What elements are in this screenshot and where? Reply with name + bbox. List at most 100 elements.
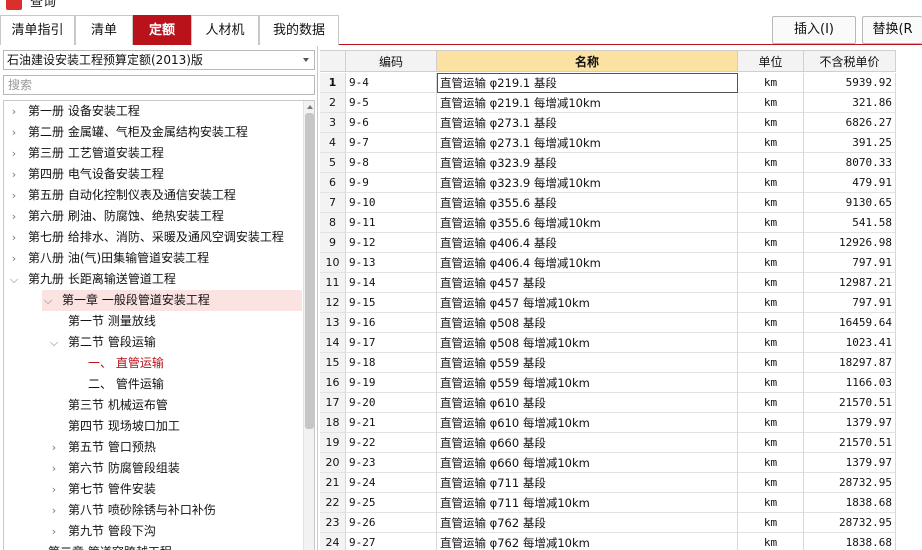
name-cell[interactable]: 直管运输 φ762 每增减10km xyxy=(437,533,738,550)
name-cell[interactable]: 直管运输 φ508 每增减10km xyxy=(437,333,738,353)
name-cell[interactable]: 直管运输 φ508 基段 xyxy=(437,313,738,333)
price-cell[interactable]: 18297.87 xyxy=(804,353,896,373)
name-cell[interactable]: 直管运输 φ762 基段 xyxy=(437,513,738,533)
code-cell[interactable]: 9-11 xyxy=(346,213,437,233)
tree-item[interactable]: 第三节 机械运布管 xyxy=(4,395,302,416)
name-cell[interactable]: 直管运输 φ610 每增减10km xyxy=(437,413,738,433)
price-cell[interactable]: 1379.97 xyxy=(804,453,896,473)
insert-button[interactable]: 插入(I) xyxy=(772,16,856,44)
unit-cell[interactable]: km xyxy=(738,213,804,233)
unit-cell[interactable]: km xyxy=(738,473,804,493)
expand-chevron-icon[interactable]: › xyxy=(28,542,40,550)
tree-item[interactable]: › 第九节 管段下沟 xyxy=(4,521,302,542)
price-cell[interactable]: 9130.65 xyxy=(804,193,896,213)
tree-item[interactable]: › 第八册 油(气)田集输管道安装工程 xyxy=(4,248,302,269)
tab-bill[interactable]: 清单 xyxy=(75,15,133,45)
tree-item[interactable]: ⌵ 第一章 一般段管道安装工程 xyxy=(42,290,302,311)
tree-item[interactable]: › 第六节 防腐管段组装 xyxy=(4,458,302,479)
code-cell[interactable]: 9-25 xyxy=(346,493,437,513)
expand-chevron-icon[interactable]: › xyxy=(8,164,20,185)
collapse-chevron-icon[interactable]: ⌵ xyxy=(48,332,60,353)
price-cell[interactable]: 391.25 xyxy=(804,133,896,153)
price-cell[interactable]: 479.91 xyxy=(804,173,896,193)
tree-item[interactable]: 二、 管件运输 xyxy=(4,374,302,395)
price-column-header[interactable]: 不含税单价 xyxy=(804,50,896,72)
code-cell[interactable]: 9-5 xyxy=(346,93,437,113)
name-cell[interactable]: 直管运输 φ219.1 每增减10km xyxy=(437,93,738,113)
price-cell[interactable]: 8070.33 xyxy=(804,153,896,173)
code-cell[interactable]: 9-27 xyxy=(346,533,437,550)
name-cell[interactable]: 直管运输 φ660 每增减10km xyxy=(437,453,738,473)
code-cell[interactable]: 9-18 xyxy=(346,353,437,373)
code-cell[interactable]: 9-4 xyxy=(346,73,437,93)
tree-item[interactable]: › 第二章 管道穿跨越工程 xyxy=(4,542,302,550)
name-cell[interactable]: 直管运输 φ323.9 每增减10km xyxy=(437,173,738,193)
unit-column-header[interactable]: 单位 xyxy=(738,50,804,72)
name-cell[interactable]: 直管运输 φ457 基段 xyxy=(437,273,738,293)
price-cell[interactable]: 5939.92 xyxy=(804,73,896,93)
tree-item[interactable]: 第四节 现场坡口加工 xyxy=(4,416,302,437)
code-cell[interactable]: 9-20 xyxy=(346,393,437,413)
code-cell[interactable]: 9-16 xyxy=(346,313,437,333)
expand-chevron-icon[interactable]: › xyxy=(48,479,60,500)
unit-cell[interactable]: km xyxy=(738,133,804,153)
code-cell[interactable]: 9-12 xyxy=(346,233,437,253)
name-cell[interactable]: 直管运输 φ406.4 基段 xyxy=(437,233,738,253)
name-cell[interactable]: 直管运输 φ660 基段 xyxy=(437,433,738,453)
name-cell[interactable]: 直管运输 φ559 基段 xyxy=(437,353,738,373)
scroll-thumb[interactable] xyxy=(305,113,314,429)
price-cell[interactable]: 16459.64 xyxy=(804,313,896,333)
price-cell[interactable]: 6826.27 xyxy=(804,113,896,133)
unit-cell[interactable]: km xyxy=(738,533,804,550)
unit-cell[interactable]: km xyxy=(738,193,804,213)
unit-cell[interactable]: km xyxy=(738,153,804,173)
expand-chevron-icon[interactable]: › xyxy=(48,521,60,542)
price-cell[interactable]: 797.91 xyxy=(804,253,896,273)
code-cell[interactable]: 9-15 xyxy=(346,293,437,313)
code-cell[interactable]: 9-22 xyxy=(346,433,437,453)
tree-item[interactable]: ⌵ 第二节 管段运输 xyxy=(4,332,302,353)
unit-cell[interactable]: km xyxy=(738,513,804,533)
search-input[interactable]: 搜索 xyxy=(3,75,315,95)
tree-item[interactable]: › 第五册 自动化控制仪表及通信安装工程 xyxy=(4,185,302,206)
tree-item[interactable]: › 第二册 金属罐、气柜及金属结构安装工程 xyxy=(4,122,302,143)
scroll-up-arrow-icon[interactable] xyxy=(307,105,313,109)
expand-chevron-icon[interactable]: › xyxy=(48,437,60,458)
price-cell[interactable]: 12926.98 xyxy=(804,233,896,253)
tab-bill-guide[interactable]: 清单指引 xyxy=(0,15,75,45)
tree-item[interactable]: › 第五节 管口预热 xyxy=(4,437,302,458)
expand-chevron-icon[interactable]: › xyxy=(8,101,20,122)
tree-item[interactable]: › 第七册 给排水、消防、采暖及通风空调安装工程 xyxy=(4,227,302,248)
unit-cell[interactable]: km xyxy=(738,173,804,193)
tree-item[interactable]: › 第八节 喷砂除锈与补口补伤 xyxy=(4,500,302,521)
code-cell[interactable]: 9-23 xyxy=(346,453,437,473)
tree-item[interactable]: › 第四册 电气设备安装工程 xyxy=(4,164,302,185)
code-cell[interactable]: 9-17 xyxy=(346,333,437,353)
unit-cell[interactable]: km xyxy=(738,393,804,413)
name-cell[interactable]: 直管运输 φ355.6 每增减10km xyxy=(437,213,738,233)
collapse-chevron-icon[interactable]: ⌵ xyxy=(42,290,54,311)
tree-item[interactable]: 第一节 测量放线 xyxy=(4,311,302,332)
price-cell[interactable]: 797.91 xyxy=(804,293,896,313)
tab-labor-material-machine[interactable]: 人材机 xyxy=(191,15,259,45)
price-cell[interactable]: 28732.95 xyxy=(804,513,896,533)
price-cell[interactable]: 21570.51 xyxy=(804,393,896,413)
price-cell[interactable]: 1379.97 xyxy=(804,413,896,433)
replace-button[interactable]: 替换(R xyxy=(862,16,922,44)
code-cell[interactable]: 9-9 xyxy=(346,173,437,193)
unit-cell[interactable]: km xyxy=(738,233,804,253)
name-cell[interactable]: 直管运输 φ406.4 每增减10km xyxy=(437,253,738,273)
tree-item[interactable]: 一、 直管运输 xyxy=(4,353,302,374)
tab-quota[interactable]: 定额 xyxy=(133,15,191,45)
price-cell[interactable]: 321.86 xyxy=(804,93,896,113)
price-cell[interactable]: 21570.51 xyxy=(804,433,896,453)
name-cell[interactable]: 直管运输 φ610 基段 xyxy=(437,393,738,413)
unit-cell[interactable]: km xyxy=(738,453,804,473)
name-cell[interactable]: 直管运输 φ323.9 基段 xyxy=(437,153,738,173)
price-cell[interactable]: 28732.95 xyxy=(804,473,896,493)
expand-chevron-icon[interactable]: › xyxy=(8,206,20,227)
expand-chevron-icon[interactable]: › xyxy=(8,143,20,164)
tree-item[interactable]: › 第七节 管件安装 xyxy=(4,479,302,500)
code-cell[interactable]: 9-10 xyxy=(346,193,437,213)
code-cell[interactable]: 9-8 xyxy=(346,153,437,173)
